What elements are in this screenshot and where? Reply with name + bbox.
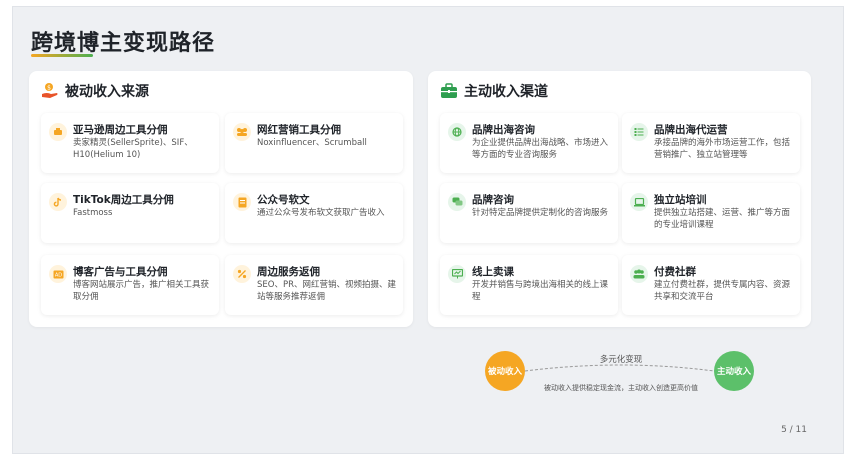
passive-card-amazon[interactable]: 亚马逊周边工具分佣 卖家精灵(SellerSprite)、SIF、H10(Hel… <box>41 113 219 173</box>
tiktok-icon <box>49 193 67 211</box>
card-desc: 为企业提供品牌出海战略、市场进入等方面的专业咨询服务 <box>472 138 609 160</box>
percent-icon <box>233 265 251 283</box>
card-desc: 承接品牌的海外市场运营工作，包括营销推广、独立站管理等 <box>654 138 791 160</box>
active-card-brand-consulting[interactable]: 品牌出海咨询 为企业提供品牌出海战略、市场进入等方面的专业咨询服务 <box>440 113 618 173</box>
passive-income-panel: $ 被动收入来源 亚马逊周边工具分佣 卖家精灵(SellerSprite)、SI… <box>29 71 413 327</box>
hand-coin-icon: $ <box>41 82 59 100</box>
passive-card-tiktok[interactable]: TikTok周边工具分佣 Fastmoss <box>41 183 219 243</box>
passive-panel-header: $ 被动收入来源 <box>41 81 149 101</box>
card-title: TikTok周边工具分佣 <box>73 194 174 206</box>
svg-text:$: $ <box>47 85 51 92</box>
card-title: 付费社群 <box>654 266 696 278</box>
title-underline <box>31 54 93 57</box>
active-income-panel: 主动收入渠道 品牌出海咨询 为企业提供品牌出海战略、市场进入等方面的专业咨询服务… <box>428 71 811 327</box>
people-icon <box>233 123 251 141</box>
slide: 跨境博主变现路径 $ 被动收入来源 亚马逊周边工具分佣 卖家精灵(SellerS… <box>12 6 844 454</box>
card-desc: Fastmoss <box>73 208 113 218</box>
page-title: 跨境博主变现路径 <box>31 31 216 56</box>
passive-card-wechat-article[interactable]: 公众号软文 通过公众号发布软文获取广告收入 <box>225 183 403 243</box>
active-card-paid-community[interactable]: 付费社群 建立付费社群，提供专属内容、资源共享和交流平台 <box>622 255 800 315</box>
document-icon <box>233 193 251 211</box>
card-desc: 通过公众号发布软文获取广告收入 <box>257 208 385 218</box>
card-title: 品牌出海代运营 <box>654 124 728 136</box>
active-card-brand-advisory[interactable]: 品牌咨询 针对特定品牌提供定制化的咨询服务 <box>440 183 618 243</box>
page-number: 5 / 11 <box>781 425 807 435</box>
active-card-brand-operation[interactable]: 品牌出海代运营 承接品牌的海外市场运营工作，包括营销推广、独立站管理等 <box>622 113 800 173</box>
card-title: 公众号软文 <box>257 194 310 206</box>
laptop-icon <box>630 193 648 211</box>
card-desc: Noxinfluencer、Scrumball <box>257 138 367 148</box>
list-icon <box>630 123 648 141</box>
presentation-icon <box>448 265 466 283</box>
card-title: 网红营销工具分佣 <box>257 124 341 136</box>
passive-card-service-rebate[interactable]: 周边服务返佣 SEO、PR、网红营销、视频拍摄、建站等服务推荐返佣 <box>225 255 403 315</box>
card-title: 品牌咨询 <box>472 194 514 206</box>
passive-card-blog-ads[interactable]: AD 博客广告与工具分佣 博客网站展示广告，推广相关工具获取分佣 <box>41 255 219 315</box>
card-desc: 卖家精灵(SellerSprite)、SIF、H10(Helium 10) <box>73 138 193 160</box>
active-panel-title: 主动收入渠道 <box>464 84 548 100</box>
card-desc: 提供独立站搭建、运营、推广等方面的专业培训课程 <box>654 208 791 230</box>
card-title: 独立站培训 <box>654 194 707 206</box>
card-desc: 针对特定品牌提供定制化的咨询服务 <box>472 208 609 218</box>
flow-bottom-caption: 被动收入提供稳定现金流，主动收入创造更高价值 <box>544 384 698 392</box>
card-title: 博客广告与工具分佣 <box>73 266 168 278</box>
briefcase-icon <box>440 82 458 100</box>
group-icon <box>630 265 648 283</box>
card-title: 品牌出海咨询 <box>472 124 535 136</box>
card-title: 线上卖课 <box>472 266 514 278</box>
passive-panel-title: 被动收入来源 <box>65 84 149 100</box>
card-desc: SEO、PR、网红营销、视频拍摄、建站等服务推荐返佣 <box>257 280 396 302</box>
active-card-site-training[interactable]: 独立站培训 提供独立站搭建、运营、推广等方面的专业培训课程 <box>622 183 800 243</box>
income-flow-diagram: 被动收入 多元化变现 主动收入 被动收入提供稳定现金流，主动收入创造更高价值 <box>471 345 761 405</box>
card-title: 周边服务返佣 <box>257 266 320 278</box>
chat-icon <box>448 193 466 211</box>
passive-card-influencer[interactable]: 网红营销工具分佣 Noxinfluencer、Scrumball <box>225 113 403 173</box>
cart-icon <box>49 123 67 141</box>
card-desc: 建立付费社群，提供专属内容、资源共享和交流平台 <box>654 280 791 302</box>
card-desc: 开发并销售与跨境出海相关的线上课程 <box>472 280 609 302</box>
active-panel-header: 主动收入渠道 <box>440 81 548 101</box>
ad-icon: AD <box>49 265 67 283</box>
card-desc: 博客网站展示广告，推广相关工具获取分佣 <box>73 280 210 302</box>
card-title: 亚马逊周边工具分佣 <box>73 124 168 136</box>
globe-icon <box>448 123 466 141</box>
svg-text:AD: AD <box>54 272 61 278</box>
active-card-online-course[interactable]: 线上卖课 开发并销售与跨境出海相关的线上课程 <box>440 255 618 315</box>
